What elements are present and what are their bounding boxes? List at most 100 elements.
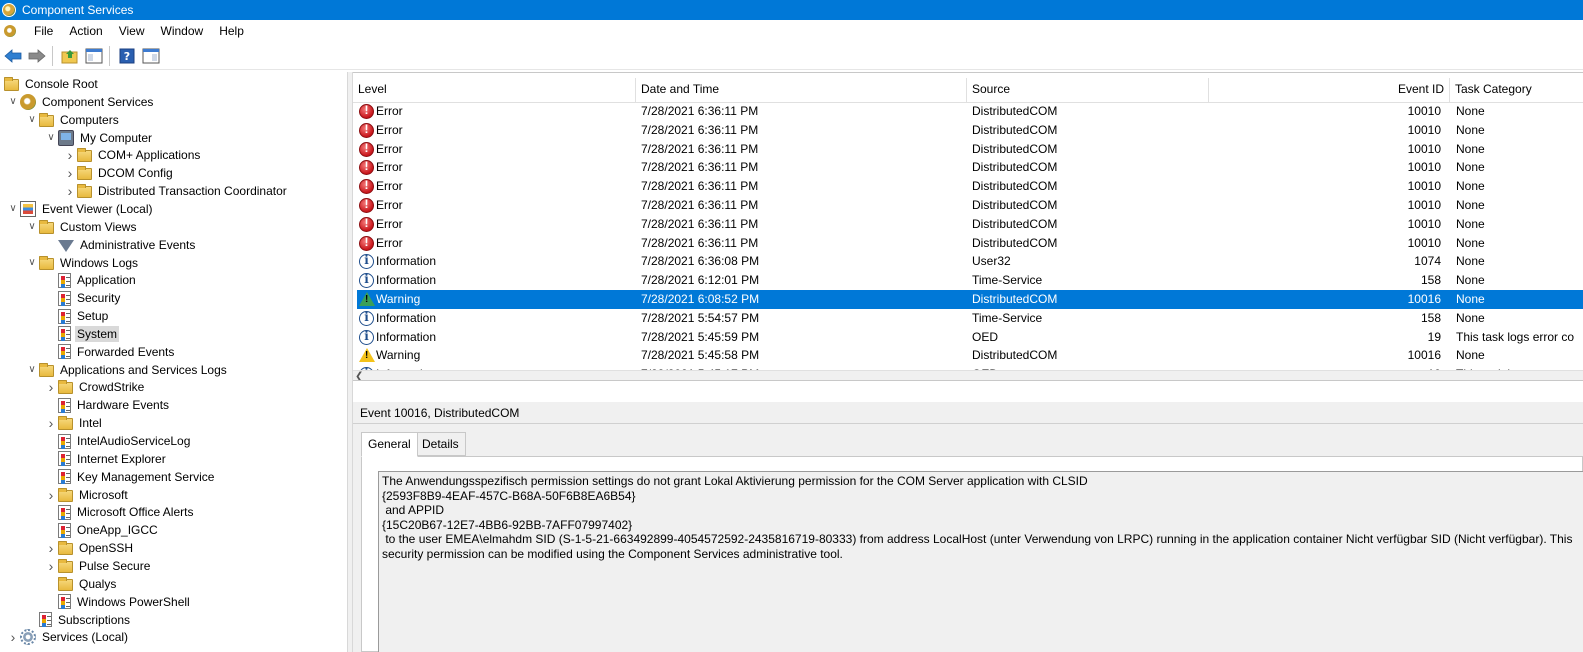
tree-item[interactable]: ∨ Custom Views xyxy=(25,218,138,236)
chevron-right-icon[interactable]: › xyxy=(44,539,58,557)
tree-item[interactable]: ∨ Windows Logs xyxy=(25,254,140,272)
show-hide-action-pane-button[interactable] xyxy=(140,45,162,67)
tree-item[interactable]: › Intel xyxy=(44,414,104,432)
tree-item[interactable]: Microsoft Office Alerts xyxy=(44,503,195,521)
event-row[interactable]: Error 7/28/2021 6:36:11 PM DistributedCOM 1… xyxy=(357,196,1583,215)
event-date-time: 7/28/2021 6:36:11 PM xyxy=(641,141,759,156)
tree-item[interactable]: Subscriptions xyxy=(25,611,132,629)
tree-item[interactable]: Administrative Events xyxy=(44,236,197,254)
tab-details[interactable]: Details xyxy=(415,432,466,456)
tree-item[interactable]: Key Management Service xyxy=(44,468,216,486)
column-header-date-and-time[interactable]: Date and Time xyxy=(636,78,967,103)
tree-item-label: OneApp_IGCC xyxy=(77,523,158,538)
tree-item[interactable]: › Pulse Secure xyxy=(44,557,152,575)
event-row[interactable]: Warning 7/28/2021 5:45:58 PM DistributedCO… xyxy=(357,346,1583,365)
tree-item[interactable]: › DCOM Config xyxy=(63,164,175,182)
tree-item[interactable]: Qualys xyxy=(44,575,118,593)
menu-action[interactable]: Action xyxy=(61,20,110,42)
chevron-right-icon[interactable]: › xyxy=(6,628,20,646)
tree-item[interactable]: Application xyxy=(44,271,138,289)
event-row[interactable]: Error 7/28/2021 6:36:11 PM DistributedCOM 1… xyxy=(357,177,1583,196)
system-menu-icon[interactable] xyxy=(3,23,19,39)
event-list: Level Date and Time Source Event ID Task… xyxy=(353,72,1583,381)
tree-item[interactable]: Internet Explorer xyxy=(44,450,168,468)
chevron-down-icon[interactable]: ∨ xyxy=(6,93,20,111)
tree-item[interactable]: OneApp_IGCC xyxy=(44,521,160,539)
chevron-right-icon[interactable]: › xyxy=(63,164,77,182)
help-button[interactable]: ? xyxy=(116,45,138,67)
chevron-down-icon[interactable]: ∨ xyxy=(25,111,39,129)
show-hide-console-tree-button[interactable] xyxy=(83,45,105,67)
tab-general[interactable]: General xyxy=(361,432,418,457)
event-row[interactable]: Error 7/28/2021 6:36:11 PM DistributedCOM 1… xyxy=(357,121,1583,140)
tree-item[interactable]: IntelAudioServiceLog xyxy=(44,432,192,450)
folder-icon xyxy=(39,112,54,127)
tree-item[interactable]: ∨ Computers xyxy=(25,111,121,129)
column-header-task-category[interactable]: Task Category xyxy=(1450,78,1583,103)
event-row[interactable]: Warning 7/28/2021 6:08:52 PM DistributedCO… xyxy=(357,290,1583,309)
tree-item[interactable]: ∨ My Computer xyxy=(44,129,154,147)
tree-item[interactable]: Windows PowerShell xyxy=(44,593,192,611)
event-task-category: None xyxy=(1456,198,1485,212)
menu-window[interactable]: Window xyxy=(153,20,212,42)
event-description[interactable]: The Anwendungsspezifisch permission sett… xyxy=(378,471,1583,652)
horizontal-scrollbar[interactable]: ❮ xyxy=(353,370,1583,380)
chevron-down-icon[interactable]: ∨ xyxy=(6,200,20,218)
tree-item[interactable]: Setup xyxy=(44,307,110,325)
chevron-down-icon[interactable]: ∨ xyxy=(44,129,58,147)
tree-item[interactable]: Security xyxy=(44,289,122,307)
event-source: DistributedCOM xyxy=(972,141,1058,156)
tree-item[interactable]: › COM+ Applications xyxy=(63,146,202,164)
tree-item[interactable]: › OpenSSH xyxy=(44,539,135,557)
tree-item[interactable]: › Distributed Transaction Coordinator xyxy=(63,182,289,200)
event-level: Error xyxy=(376,216,403,231)
event-row[interactable]: Error 7/28/2021 6:36:11 PM DistributedCOM 1… xyxy=(357,215,1583,234)
tree-item[interactable]: › Microsoft xyxy=(44,486,130,504)
chevron-right-icon[interactable]: › xyxy=(44,557,58,575)
event-row[interactable]: Error 7/28/2021 6:36:11 PM DistributedCOM 1… xyxy=(357,140,1583,159)
tree-item[interactable]: ∨ Component Services xyxy=(6,93,155,111)
chevron-down-icon[interactable]: ∨ xyxy=(25,218,39,236)
chevron-right-icon[interactable]: › xyxy=(63,146,77,164)
tree-item-label: Distributed Transaction Coordinator xyxy=(98,184,287,199)
event-row[interactable]: Information 7/28/2021 5:54:57 PM Time-Serv… xyxy=(357,309,1583,328)
column-header-source[interactable]: Source xyxy=(967,78,1209,103)
event-date-time: 7/28/2021 6:36:11 PM xyxy=(641,216,759,231)
forward-button[interactable] xyxy=(26,45,48,67)
log-icon xyxy=(58,397,71,413)
event-row[interactable]: Information 7/28/2021 6:36:08 PM User32 107… xyxy=(357,252,1583,271)
evtviewer-icon xyxy=(20,200,36,217)
column-header-level[interactable]: Level xyxy=(353,78,636,103)
chevron-right-icon[interactable]: › xyxy=(44,486,58,504)
event-row[interactable]: Error 7/28/2021 6:36:11 PM DistributedCOM 1… xyxy=(357,234,1583,253)
scroll-left-icon[interactable]: ❮ xyxy=(355,371,363,380)
tree-item[interactable]: › CrowdStrike xyxy=(44,378,146,396)
chevron-down-icon[interactable]: ∨ xyxy=(25,361,39,379)
tree-item[interactable]: Hardware Events xyxy=(44,396,171,414)
folder-icon xyxy=(77,166,92,181)
menu-help[interactable]: Help xyxy=(211,20,252,42)
column-header-event-id[interactable]: Event ID xyxy=(1209,78,1450,103)
back-button[interactable] xyxy=(2,45,24,67)
tree-item[interactable]: ∨ Event Viewer (Local) xyxy=(6,200,155,218)
menu-view[interactable]: View xyxy=(111,20,153,42)
chevron-right-icon[interactable]: › xyxy=(44,414,58,432)
event-row[interactable]: Error 7/28/2021 6:36:11 PM DistributedCOM 1… xyxy=(357,158,1583,177)
menu-file[interactable]: File xyxy=(26,20,61,42)
chevron-right-icon[interactable]: › xyxy=(63,182,77,200)
event-source: User32 xyxy=(972,254,1011,269)
tree-item[interactable]: System xyxy=(44,325,120,343)
chevron-down-icon[interactable]: ∨ xyxy=(25,254,39,272)
event-row[interactable]: Information 7/28/2021 5:45:59 PM OED 19 This… xyxy=(357,328,1583,347)
event-row[interactable]: Error 7/28/2021 6:36:11 PM DistributedCOM 1… xyxy=(357,102,1583,121)
chevron-right-icon[interactable]: › xyxy=(44,378,58,396)
tree-item[interactable]: › Services (Local) xyxy=(6,628,130,646)
up-one-level-button[interactable] xyxy=(59,45,81,67)
tree-item[interactable]: Forwarded Events xyxy=(44,343,176,361)
tree-item[interactable]: Console Root xyxy=(4,75,100,93)
event-row[interactable]: Information 7/28/2021 6:12:01 PM Time-Serv… xyxy=(357,271,1583,290)
tree-item[interactable]: ∨ Applications and Services Logs xyxy=(25,361,229,379)
